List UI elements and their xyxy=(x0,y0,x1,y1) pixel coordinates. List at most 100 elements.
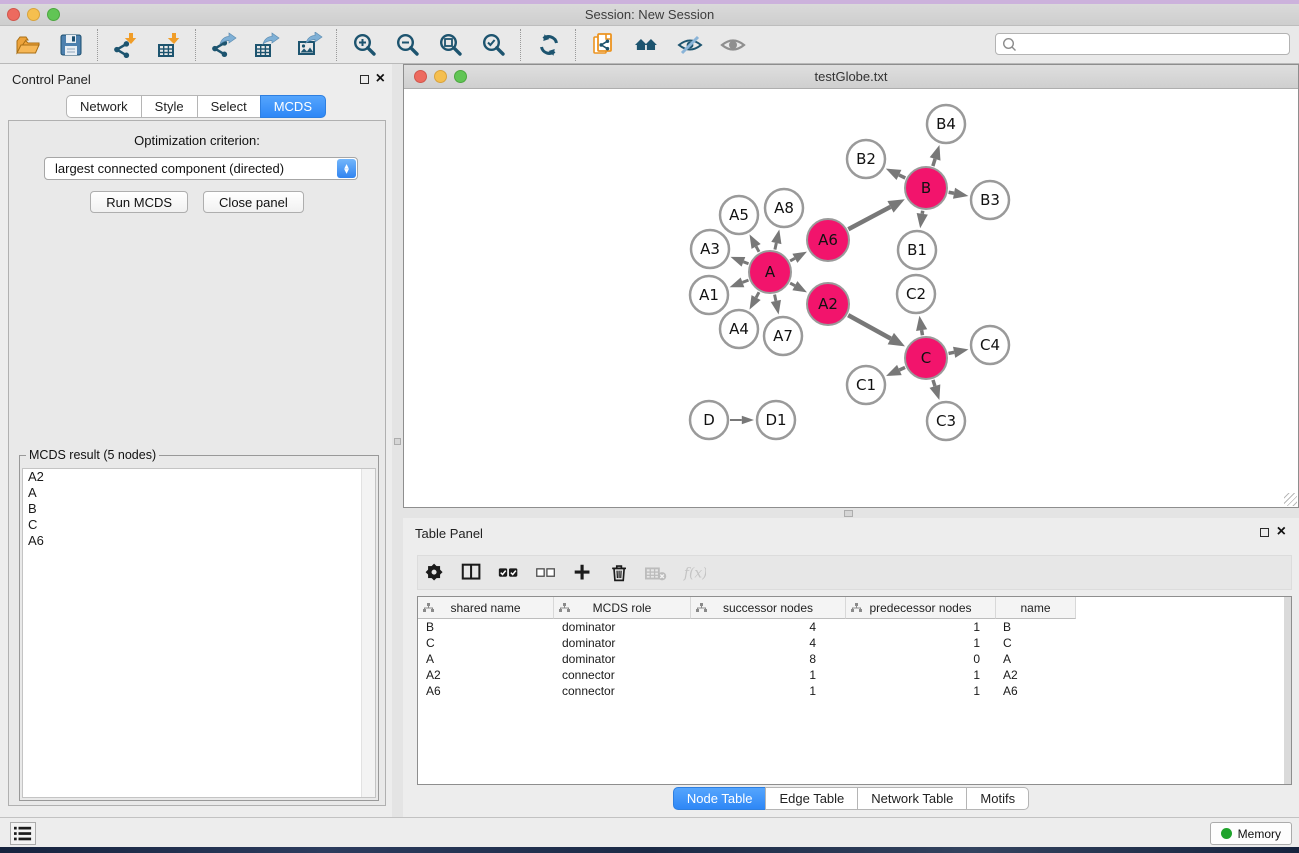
graph-edge-A-A2[interactable] xyxy=(790,283,795,286)
column-header-shared-name[interactable]: shared name xyxy=(418,597,554,619)
criterion-select[interactable]: largest connected component (directed) ▲… xyxy=(44,157,358,180)
tab-network-table[interactable]: Network Table xyxy=(857,787,967,810)
table-cell[interactable]: 8 xyxy=(691,651,846,667)
clone-network-button[interactable] xyxy=(582,28,625,62)
table-cell[interactable]: connector xyxy=(554,667,691,683)
close-panel-button[interactable]: Close panel xyxy=(203,191,304,213)
graph-node-D[interactable]: D xyxy=(690,401,728,439)
graph-node-D1[interactable]: D1 xyxy=(757,401,795,439)
table-cell[interactable]: 4 xyxy=(691,635,846,651)
table-cell[interactable]: B xyxy=(996,619,1076,635)
graph-node-C1[interactable]: C1 xyxy=(847,366,885,404)
table-cell[interactable]: C xyxy=(418,635,554,651)
graph-node-A6[interactable]: A6 xyxy=(807,219,849,261)
table-panel-float-button[interactable] xyxy=(1260,528,1269,537)
graph-node-B1[interactable]: B1 xyxy=(898,231,936,269)
column-header-successor-nodes[interactable]: successor nodes xyxy=(691,597,846,619)
graph-node-A7[interactable]: A7 xyxy=(764,317,802,355)
graph-edge-B-B4[interactable] xyxy=(933,159,935,166)
graph-node-A2[interactable]: A2 xyxy=(807,283,849,325)
table-cell[interactable]: C xyxy=(996,635,1076,651)
delete-entry-button[interactable] xyxy=(605,558,635,588)
table-cell[interactable]: 1 xyxy=(846,635,996,651)
table-cell[interactable]: 1 xyxy=(691,667,846,683)
table-row[interactable]: Cdominator41C xyxy=(418,635,1291,651)
deselect-all-button[interactable] xyxy=(531,558,561,588)
graph-edge-A-A3[interactable] xyxy=(743,262,748,264)
table-row[interactable]: Adominator80A xyxy=(418,651,1291,667)
graph-edge-C-C1[interactable] xyxy=(899,367,905,370)
graph-edge-A-A8[interactable] xyxy=(775,243,776,250)
export-image-button[interactable] xyxy=(288,28,331,62)
splitter-grip[interactable] xyxy=(394,438,401,445)
graph-node-A4[interactable]: A4 xyxy=(720,310,758,348)
memory-button[interactable]: Memory xyxy=(1210,822,1292,845)
table-cell[interactable]: A2 xyxy=(996,667,1076,683)
table-cell[interactable]: connector xyxy=(554,683,691,699)
column-header-name[interactable]: name xyxy=(996,597,1076,619)
table-row[interactable]: Bdominator41B xyxy=(418,619,1291,635)
control-panel-float-button[interactable] xyxy=(360,75,369,84)
tab-network[interactable]: Network xyxy=(66,95,142,118)
resize-grip-icon[interactable] xyxy=(1284,493,1297,506)
graph-edge-A-A5[interactable] xyxy=(756,246,759,251)
graph-node-C2[interactable]: C2 xyxy=(897,275,935,313)
graph-edge-A-A7[interactable] xyxy=(775,295,776,301)
table-settings-button[interactable] xyxy=(420,558,450,588)
graph-node-A8[interactable]: A8 xyxy=(765,189,803,227)
graph-edge-A-A4[interactable] xyxy=(756,292,759,297)
table-panel-close-button[interactable]: × xyxy=(1277,526,1286,538)
table-cell[interactable]: A6 xyxy=(996,683,1076,699)
tab-style[interactable]: Style xyxy=(141,95,198,118)
graph-node-A1[interactable]: A1 xyxy=(690,276,728,314)
select-all-button[interactable] xyxy=(494,558,524,588)
zoom-selected-button[interactable] xyxy=(472,28,515,62)
table-cell[interactable]: 4 xyxy=(691,619,846,635)
graph-node-B3[interactable]: B3 xyxy=(971,181,1009,219)
table-cell[interactable]: A xyxy=(996,651,1076,667)
table-row[interactable]: A6connector11A6 xyxy=(418,683,1291,699)
search-input[interactable] xyxy=(1018,36,1289,52)
graph-edge-A6-B[interactable] xyxy=(848,207,890,229)
graph-edge-C-C4[interactable] xyxy=(949,352,955,353)
table-cell[interactable]: dominator xyxy=(554,635,691,651)
graph-node-B[interactable]: B xyxy=(905,167,947,209)
table-cell[interactable]: A6 xyxy=(418,683,554,699)
graph-node-B2[interactable]: B2 xyxy=(847,140,885,178)
zoom-fit-button[interactable] xyxy=(429,28,472,62)
graph-node-C3[interactable]: C3 xyxy=(927,402,965,440)
import-table-button[interactable] xyxy=(147,28,190,62)
graph-edge-B-B3[interactable] xyxy=(949,192,954,193)
mcds-result-item[interactable]: C xyxy=(23,517,375,533)
split-view-button[interactable] xyxy=(457,558,487,588)
mcds-list-scrollbar[interactable] xyxy=(361,469,375,797)
control-panel-close-button[interactable]: × xyxy=(376,73,385,85)
search-field[interactable] xyxy=(995,33,1290,55)
table-cell[interactable]: 1 xyxy=(846,683,996,699)
table-cell[interactable]: 0 xyxy=(846,651,996,667)
hide-panels-button[interactable] xyxy=(668,28,711,62)
zoom-in-button[interactable] xyxy=(343,28,386,62)
add-entry-button[interactable] xyxy=(568,558,598,588)
graph-edge-C-C2[interactable] xyxy=(922,330,923,335)
task-history-button[interactable] xyxy=(10,822,36,845)
graph-edge-A-A1[interactable] xyxy=(742,280,748,282)
open-session-button[interactable] xyxy=(6,28,49,62)
table-cell[interactable]: 1 xyxy=(846,619,996,635)
table-cell[interactable]: A2 xyxy=(418,667,554,683)
mcds-result-item[interactable]: A2 xyxy=(23,469,375,485)
mcds-result-item[interactable]: A xyxy=(23,485,375,501)
tab-select[interactable]: Select xyxy=(197,95,261,118)
export-table-button[interactable] xyxy=(245,28,288,62)
graph-edge-A-A6[interactable] xyxy=(790,258,795,261)
import-network-button[interactable] xyxy=(104,28,147,62)
panel-splitter[interactable] xyxy=(392,64,403,817)
session-gallery-button[interactable] xyxy=(625,28,668,62)
mcds-result-item[interactable]: B xyxy=(23,501,375,517)
tab-motifs[interactable]: Motifs xyxy=(966,787,1029,810)
mcds-result-item[interactable]: A6 xyxy=(23,533,375,549)
table-scrollbar[interactable] xyxy=(1284,597,1291,784)
graph-node-A[interactable]: A xyxy=(749,251,791,293)
graph-node-A3[interactable]: A3 xyxy=(691,230,729,268)
column-header-mcds-role[interactable]: MCDS role xyxy=(554,597,691,619)
